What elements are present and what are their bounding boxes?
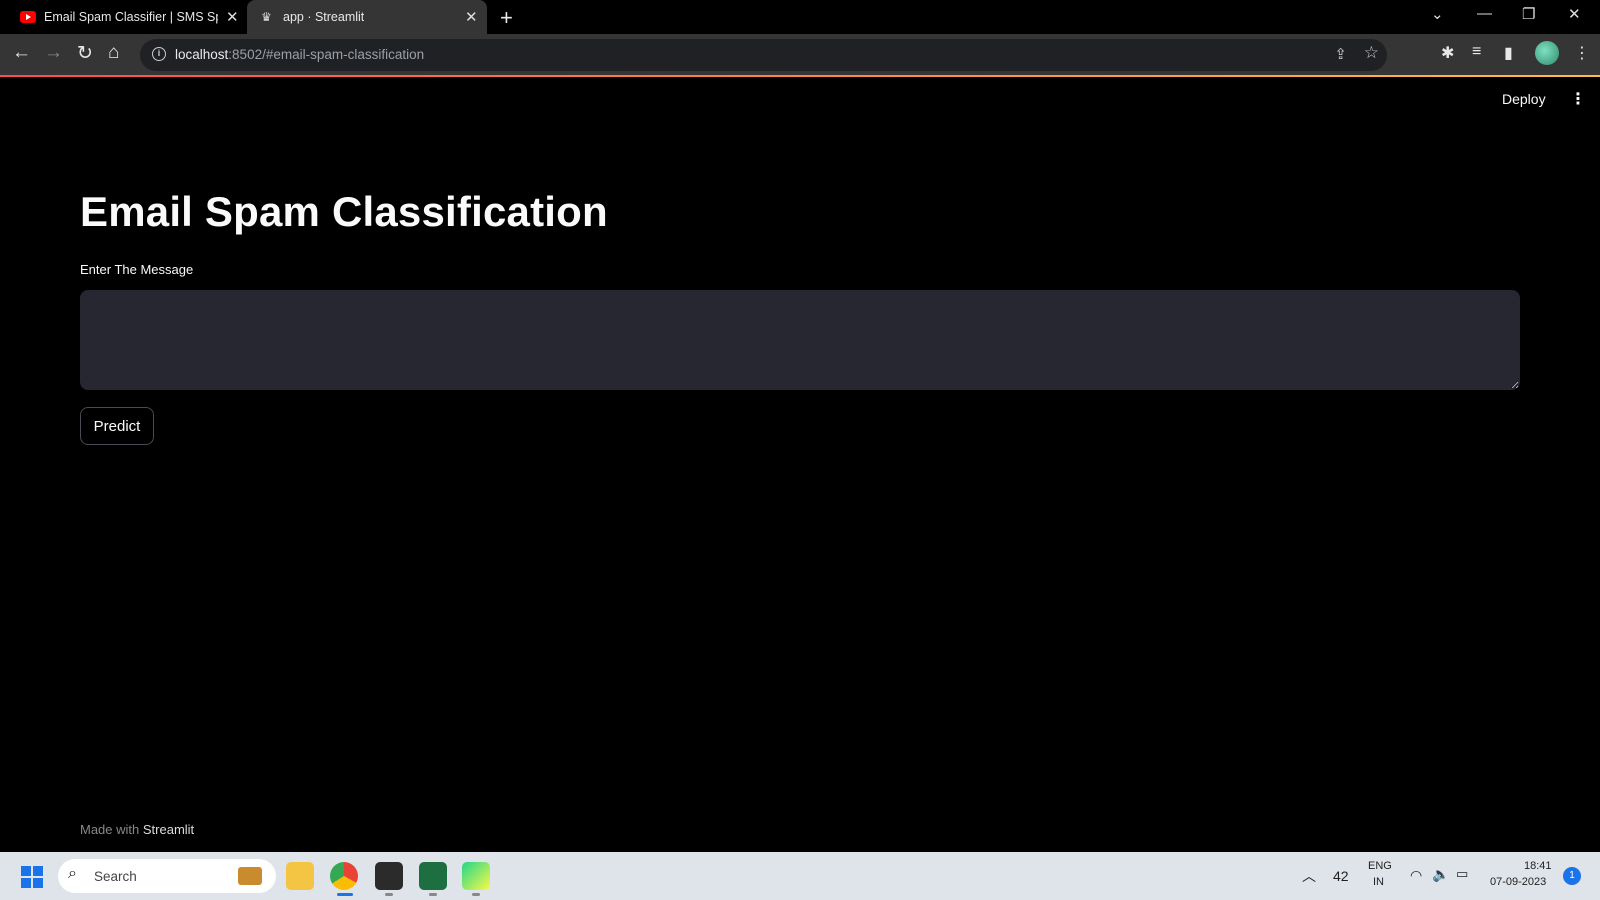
side-panel-icon[interactable]: ▮ bbox=[1504, 43, 1513, 63]
pycharm-icon[interactable] bbox=[462, 862, 490, 890]
back-icon[interactable]: ← bbox=[12, 42, 31, 64]
excel-icon[interactable] bbox=[419, 862, 447, 890]
chevron-up-icon[interactable]: ︿ bbox=[1302, 866, 1316, 886]
chrome-icon[interactable] bbox=[330, 862, 358, 890]
restore-button[interactable]: ❐ bbox=[1522, 5, 1535, 23]
close-window-button[interactable]: ✕ bbox=[1568, 5, 1581, 23]
language-line-1[interactable]: ENG bbox=[1368, 860, 1392, 872]
reload-icon[interactable]: ↻ bbox=[77, 42, 93, 65]
tab-title: Email Spam Classifier | SMS Spam bbox=[44, 10, 218, 24]
close-tab-icon[interactable]: ✕ bbox=[226, 8, 239, 26]
message-textarea[interactable] bbox=[80, 290, 1520, 390]
tab-youtube[interactable]: Email Spam Classifier | SMS Spam ✕ bbox=[0, 0, 247, 34]
wifi-icon[interactable]: ◠ bbox=[1410, 867, 1422, 884]
close-tab-icon[interactable]: ✕ bbox=[465, 8, 478, 26]
message-label: Enter The Message bbox=[80, 262, 194, 277]
forward-icon[interactable]: → bbox=[44, 42, 63, 64]
home-icon[interactable]: ⌂ bbox=[108, 42, 119, 64]
terminal-running-indicator bbox=[385, 893, 393, 896]
main-menu-icon[interactable]: ⋮ bbox=[1570, 89, 1586, 109]
windows-taskbar: ⌕ Search ︿ 42 ENG IN ◠ 🔈 ▭ 18:41 07-09-2… bbox=[0, 852, 1600, 900]
minimize-button[interactable]: — bbox=[1477, 5, 1492, 22]
language-line-2[interactable]: IN bbox=[1373, 876, 1384, 888]
tab-search-icon[interactable]: ⌄ bbox=[1431, 5, 1444, 23]
taskbar-search[interactable]: ⌕ Search bbox=[58, 859, 276, 893]
volume-icon[interactable]: 🔈 bbox=[1432, 866, 1449, 883]
notification-badge[interactable]: 1 bbox=[1563, 867, 1581, 885]
streamlit-app: Deploy ⋮ Email Spam Classification Enter… bbox=[0, 77, 1600, 852]
streamlit-icon: ♛ bbox=[261, 10, 272, 24]
footer-made-with: Made with bbox=[80, 822, 140, 837]
new-tab-button[interactable]: + bbox=[500, 5, 513, 31]
search-icon: ⌕ bbox=[68, 865, 77, 882]
browser-toolbar: ← → ↻ ⌂ i localhost:8502/#email-spam-cla… bbox=[0, 34, 1600, 76]
streamlit-link[interactable]: Streamlit bbox=[143, 822, 194, 837]
extensions-icon[interactable]: ✱ bbox=[1441, 43, 1454, 63]
address-bar[interactable]: i localhost:8502/#email-spam-classificat… bbox=[140, 39, 1387, 71]
terminal-icon[interactable] bbox=[375, 862, 403, 890]
profile-avatar[interactable] bbox=[1535, 41, 1559, 65]
excel-running-indicator bbox=[429, 893, 437, 896]
footer: Made with Streamlit bbox=[80, 822, 194, 837]
browser-tab-strip: Email Spam Classifier | SMS Spam ✕ ♛ app… bbox=[0, 0, 1600, 34]
predict-button[interactable]: Predict bbox=[80, 407, 154, 445]
deploy-button[interactable]: Deploy bbox=[1502, 91, 1546, 107]
windows-start-icon[interactable] bbox=[21, 866, 43, 888]
share-icon[interactable]: ⇪ bbox=[1334, 45, 1347, 63]
tab-streamlit-app[interactable]: ♛ app · Streamlit ✕ bbox=[247, 0, 487, 34]
pycharm-running-indicator bbox=[472, 893, 480, 896]
url-text[interactable]: localhost:8502/#email-spam-classificatio… bbox=[175, 47, 424, 62]
page-title: Email Spam Classification bbox=[80, 188, 608, 235]
briefcase-icon bbox=[238, 867, 262, 885]
tab-title: app · Streamlit bbox=[283, 10, 365, 24]
clock-time[interactable]: 18:41 bbox=[1524, 860, 1552, 872]
browser-menu-icon[interactable]: ⋮ bbox=[1574, 43, 1590, 63]
file-explorer-icon[interactable] bbox=[286, 862, 314, 890]
battery-icon[interactable]: ▭ bbox=[1456, 866, 1468, 882]
youtube-icon bbox=[20, 11, 36, 23]
bookmark-star-icon[interactable]: ☆ bbox=[1364, 43, 1379, 63]
media-control-icon[interactable]: ≡ bbox=[1472, 43, 1481, 61]
chrome-running-indicator bbox=[337, 893, 353, 896]
search-placeholder: Search bbox=[94, 869, 137, 884]
temperature[interactable]: 42 bbox=[1333, 868, 1349, 884]
site-info-icon[interactable]: i bbox=[152, 47, 166, 61]
clock-date[interactable]: 07-09-2023 bbox=[1490, 876, 1546, 888]
